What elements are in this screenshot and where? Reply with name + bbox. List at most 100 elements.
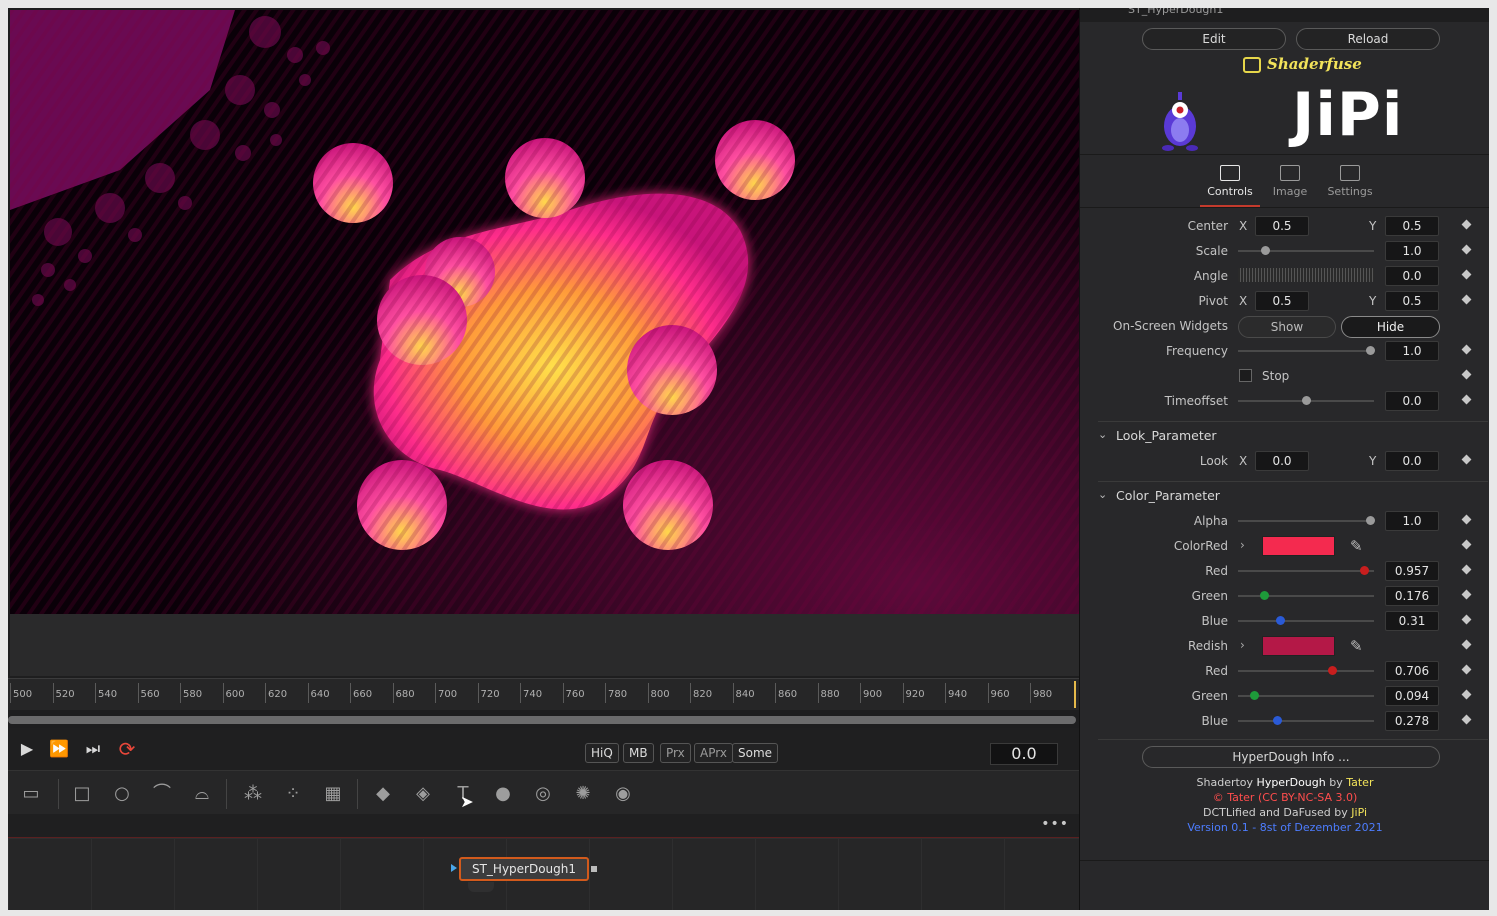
eyedropper-icon[interactable]: ✎ xyxy=(1350,637,1363,655)
chevron-right-icon[interactable]: › xyxy=(1240,638,1245,652)
color-section-header[interactable]: ⌄ Color_Parameter xyxy=(1098,481,1488,503)
center-x-field[interactable]: 0.5 xyxy=(1255,216,1309,236)
light-3d-icon[interactable]: ✺ xyxy=(570,781,596,807)
center-y-field[interactable]: 0.5 xyxy=(1385,216,1439,236)
tab-controls[interactable]: Controls xyxy=(1200,161,1260,207)
timeoffset-field[interactable]: 0.0 xyxy=(1385,391,1439,411)
red-slider[interactable] xyxy=(1238,566,1374,575)
mb-button[interactable]: MB xyxy=(623,743,654,763)
eyedropper-icon[interactable]: ✎ xyxy=(1350,537,1363,555)
info-button[interactable]: HyperDough Info ... xyxy=(1142,746,1440,768)
keyframe-icon[interactable] xyxy=(1461,394,1472,405)
stop-checkbox[interactable] xyxy=(1239,369,1252,382)
credit-author-link[interactable]: Tater xyxy=(1346,776,1373,789)
image-plane-3d-icon[interactable]: ◆ xyxy=(370,781,396,807)
blue-field[interactable]: 0.278 xyxy=(1385,711,1439,731)
particle-emitter-icon[interactable]: ⁂ xyxy=(240,781,266,807)
look-y-field[interactable]: 0.0 xyxy=(1385,451,1439,471)
green-field[interactable]: 0.094 xyxy=(1385,686,1439,706)
shader-node[interactable]: ST_HyperDough1 xyxy=(459,857,589,881)
red-field[interactable]: 0.957 xyxy=(1385,561,1439,581)
viewer[interactable] xyxy=(10,10,1079,616)
credit-jipi-link[interactable]: JiPi xyxy=(1351,806,1367,819)
look-section-header[interactable]: ⌄ Look_Parameter xyxy=(1098,421,1488,443)
keyframe-icon[interactable] xyxy=(1461,639,1472,650)
loop-button[interactable]: ⟳ xyxy=(116,738,138,760)
slider-knob[interactable] xyxy=(1259,591,1269,600)
slider-knob[interactable] xyxy=(1360,566,1370,575)
shape-3d-icon[interactable]: ● xyxy=(490,781,516,807)
scale-slider[interactable] xyxy=(1238,246,1374,255)
look-x-field[interactable]: 0.0 xyxy=(1255,451,1309,471)
slider-knob[interactable] xyxy=(1250,691,1260,700)
credit-line-2[interactable]: © Tater (CC BY-NC-SA 3.0) xyxy=(1080,791,1489,804)
play-button[interactable]: ▶ xyxy=(16,738,38,760)
slider-knob[interactable] xyxy=(1365,346,1375,355)
keyframe-icon[interactable] xyxy=(1461,454,1472,465)
node-editor[interactable]: ST_HyperDough1 xyxy=(8,838,1079,910)
hiq-button[interactable]: HiQ xyxy=(585,743,619,763)
slider-knob[interactable] xyxy=(1327,666,1337,675)
keyframe-icon[interactable] xyxy=(1461,589,1472,600)
keyframe-icon[interactable] xyxy=(1461,689,1472,700)
fast-forward-button[interactable]: ⏩ xyxy=(48,738,70,760)
pivot-x-field[interactable]: 0.5 xyxy=(1255,291,1309,311)
keyframe-icon[interactable] xyxy=(1461,344,1472,355)
aprx-button[interactable]: APrx xyxy=(694,743,733,763)
keyframe-icon[interactable] xyxy=(1461,219,1472,230)
renderer-3d-icon[interactable]: ◉ xyxy=(610,781,636,807)
slider-knob[interactable] xyxy=(1302,396,1311,405)
playhead[interactable] xyxy=(1074,681,1076,708)
slider-knob[interactable] xyxy=(1276,616,1286,625)
rectangle-mask-icon[interactable]: □ xyxy=(69,781,95,807)
tab-settings[interactable]: Settings xyxy=(1320,161,1380,207)
time-ruler[interactable]: 500 520 540 560 580 600 620 640 660 680 700 720 740 7… xyxy=(8,678,1079,710)
keyframe-icon[interactable] xyxy=(1461,369,1472,380)
frequency-slider[interactable] xyxy=(1238,346,1375,355)
pivot-y-field[interactable]: 0.5 xyxy=(1385,291,1439,311)
keyframe-icon[interactable] xyxy=(1461,514,1472,525)
background-tool-icon[interactable]: ▭ xyxy=(18,781,44,807)
green-slider[interactable] xyxy=(1238,691,1374,700)
slider-knob[interactable] xyxy=(1365,516,1375,525)
chevron-right-icon[interactable]: › xyxy=(1240,538,1245,552)
red-field[interactable]: 0.706 xyxy=(1385,661,1439,681)
credit-shader-name[interactable]: HyperDough xyxy=(1257,776,1326,789)
alpha-slider[interactable] xyxy=(1238,516,1375,525)
camera-3d-icon[interactable]: ◎ xyxy=(530,781,556,807)
time-scrubber[interactable] xyxy=(8,716,1076,724)
particle-render-icon[interactable]: ⁘ xyxy=(280,781,306,807)
keyframe-icon[interactable] xyxy=(1461,244,1472,255)
angle-field[interactable]: 0.0 xyxy=(1385,266,1439,286)
keyframe-icon[interactable] xyxy=(1461,564,1472,575)
polygon-mask-icon[interactable]: ⌒ xyxy=(149,781,175,807)
keyframe-icon[interactable] xyxy=(1461,294,1472,305)
hide-button[interactable]: Hide xyxy=(1341,316,1440,338)
merge-3d-icon[interactable]: ◈ xyxy=(410,781,436,807)
prx-button[interactable]: Prx xyxy=(660,743,691,763)
scale-field[interactable]: 1.0 xyxy=(1385,241,1439,261)
red-slider[interactable] xyxy=(1238,666,1374,675)
alpha-field[interactable]: 1.0 xyxy=(1385,511,1439,531)
show-button[interactable]: Show xyxy=(1238,316,1336,338)
blue-slider[interactable] xyxy=(1238,616,1374,625)
keyframe-icon[interactable] xyxy=(1461,539,1472,550)
blue-slider[interactable] xyxy=(1238,716,1374,725)
slider-knob[interactable] xyxy=(1261,246,1271,255)
node-input-icon[interactable] xyxy=(451,864,457,872)
blue-field[interactable]: 0.31 xyxy=(1385,611,1439,631)
redish-swatch[interactable] xyxy=(1262,636,1335,656)
credit-line-4[interactable]: Version 0.1 - 8st of Dezember 2021 xyxy=(1080,821,1489,834)
keyframe-icon[interactable] xyxy=(1461,614,1472,625)
timecode-field[interactable]: 0.0 xyxy=(990,743,1058,765)
keyframe-icon[interactable] xyxy=(1461,269,1472,280)
slider-knob[interactable] xyxy=(1273,716,1283,725)
ellipse-mask-icon[interactable]: ○ xyxy=(109,781,135,807)
keyframe-icon[interactable] xyxy=(1461,664,1472,675)
colorred-swatch[interactable] xyxy=(1262,536,1335,556)
keyframe-icon[interactable] xyxy=(1461,714,1472,725)
bspline-mask-icon[interactable]: ⌓ xyxy=(189,781,215,807)
green-slider[interactable] xyxy=(1238,591,1374,600)
angle-thumbwheel[interactable] xyxy=(1238,268,1374,282)
go-to-end-button[interactable]: ⏭ xyxy=(82,738,104,760)
